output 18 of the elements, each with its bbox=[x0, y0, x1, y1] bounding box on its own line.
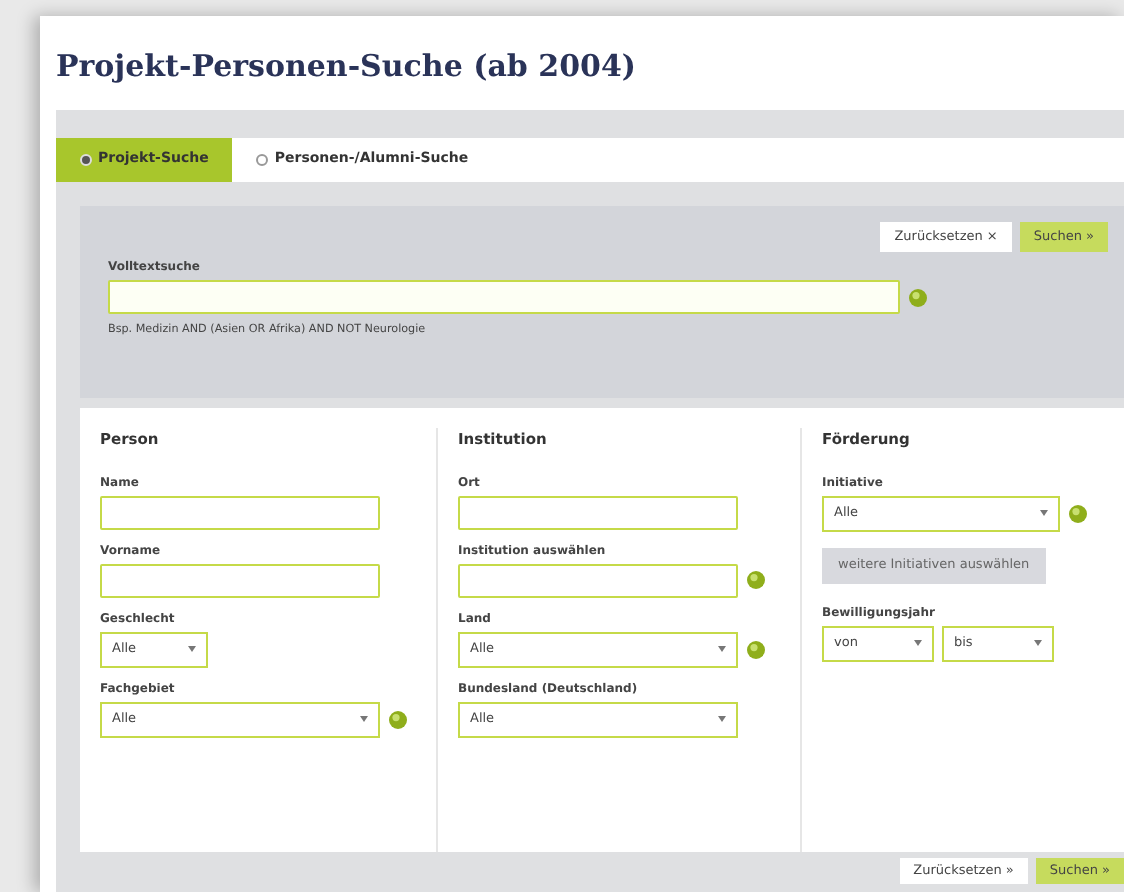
caret-icon bbox=[718, 646, 726, 653]
fulltext-search-field[interactable] bbox=[108, 280, 900, 315]
text-field[interactable] bbox=[100, 495, 380, 530]
help-icon[interactable] bbox=[746, 639, 766, 660]
caret-icon bbox=[1040, 510, 1048, 517]
text-field[interactable] bbox=[458, 495, 738, 530]
caret-icon bbox=[914, 640, 922, 646]
help-icon[interactable] bbox=[908, 287, 928, 308]
help-icon[interactable] bbox=[746, 570, 766, 591]
page-title: Projekt-Personen-Suche (ab 2004) bbox=[56, 46, 638, 88]
text-field[interactable] bbox=[100, 563, 380, 598]
caret-icon bbox=[1034, 640, 1042, 646]
caret-icon bbox=[188, 646, 196, 653]
caret-icon bbox=[360, 716, 368, 723]
help-icon[interactable] bbox=[388, 709, 408, 730]
caret-icon bbox=[718, 716, 726, 723]
help-icon[interactable] bbox=[1068, 503, 1088, 524]
text-field[interactable] bbox=[458, 563, 738, 598]
